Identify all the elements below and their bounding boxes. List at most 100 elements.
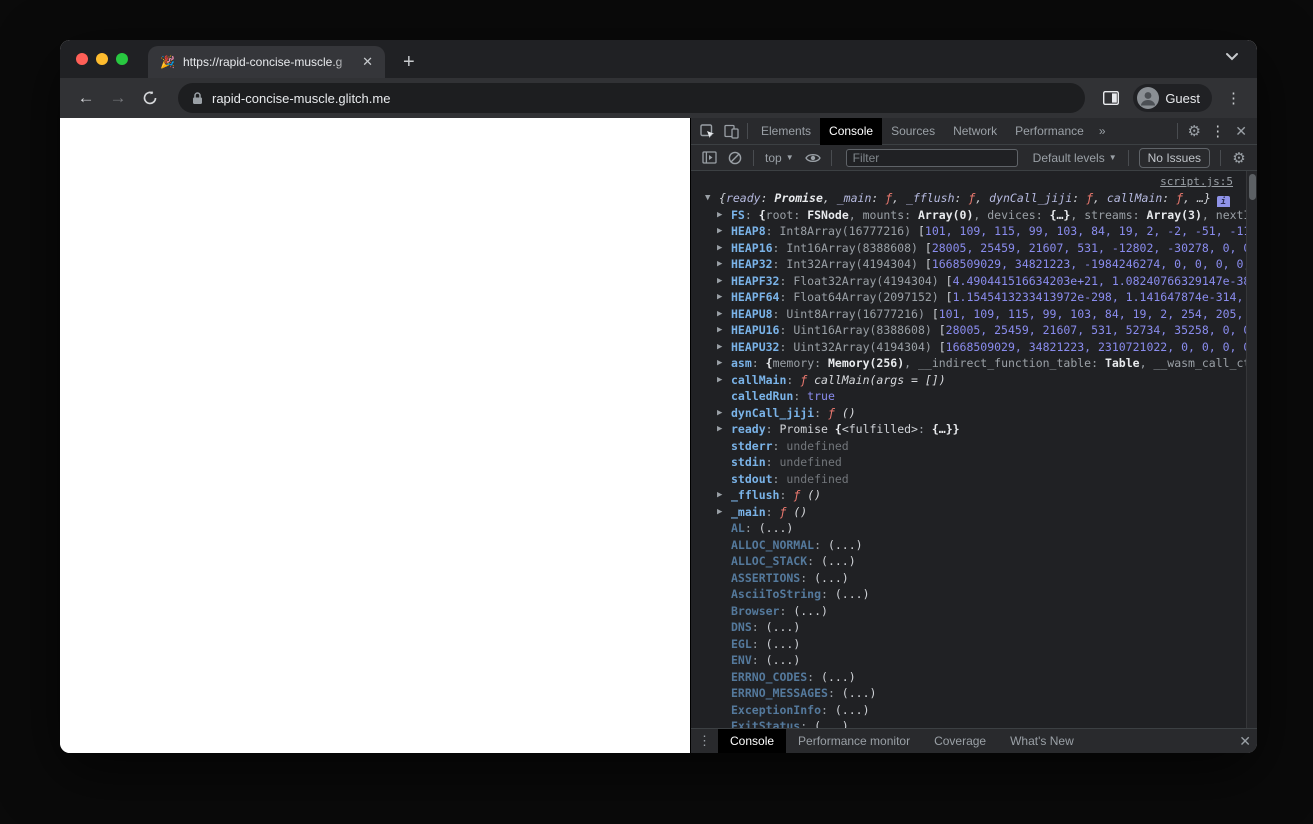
url-text: rapid-concise-muscle.glitch.me — [212, 90, 391, 106]
clear-console-icon[interactable] — [723, 148, 747, 168]
tab-search-chevron-icon[interactable] — [1225, 52, 1239, 62]
scrollbar-thumb[interactable] — [1249, 174, 1256, 200]
browser-tab[interactable]: 🎉 https://rapid-concise-muscle.g ✕ — [148, 46, 385, 78]
tab-performance[interactable]: Performance — [1006, 118, 1093, 145]
divider — [1127, 149, 1129, 166]
console-row[interactable]: ▶ HEAP16: Int16Array(8388608) [28005, 254… — [691, 240, 1257, 257]
expand-triangle-icon[interactable]: ▶ — [717, 289, 731, 305]
drawer-tab-coverage[interactable]: Coverage — [922, 729, 998, 754]
console-sidebar-icon[interactable] — [697, 148, 721, 168]
console-row: ALLOC_NORMAL: (...) — [731, 537, 863, 552]
console-row: ExitStatus: (...) — [731, 719, 849, 728]
expand-triangle-icon[interactable]: ▶ — [717, 355, 731, 371]
console-row: ERRNO_MESSAGES: (...) — [731, 686, 877, 700]
console-row[interactable]: ▶ _main: ƒ () — [691, 504, 1257, 521]
console-row[interactable]: ▶ HEAP32: Int32Array(4194304) [1668509029… — [691, 256, 1257, 273]
expand-triangle-icon[interactable]: ▶ — [717, 339, 731, 355]
lock-icon — [193, 91, 202, 104]
console-row: calledRun: true — [731, 389, 835, 403]
settings-gear-icon[interactable]: ⚙ — [1182, 121, 1206, 141]
console-row[interactable]: ▶ HEAPF64: Float64Array(2097152) [1.15454… — [691, 289, 1257, 306]
console-row: Browser: (...) — [731, 603, 828, 618]
evaluated-info-icon: i — [1216, 196, 1230, 207]
issues-counter[interactable]: No Issues — [1138, 147, 1210, 168]
console-output: script.js:5 ▼ {ready: Promise, _main: ƒ, … — [691, 171, 1257, 728]
expand-triangle-icon[interactable]: ▶ — [717, 207, 731, 223]
expand-triangle-icon[interactable]: ▶ — [717, 372, 731, 388]
expand-triangle-icon[interactable]: ▶ — [717, 223, 731, 239]
console-row[interactable]: ▶ FS: {root: FSNode, mounts: Array(0), de… — [691, 207, 1257, 224]
console-row[interactable]: ▶ HEAP8: Int8Array(16777216) [101, 109, 1… — [691, 223, 1257, 240]
divider — [1177, 123, 1179, 139]
console-row[interactable]: ▶ _fflush: ƒ () — [691, 487, 1257, 504]
drawer-menu-icon[interactable]: ⋮ — [691, 733, 718, 749]
expand-triangle-icon[interactable]: ▶ — [717, 240, 731, 256]
expand-triangle-icon[interactable]: ▶ — [717, 504, 731, 520]
console-row[interactable]: ▶ dynCall_jiji: ƒ () — [691, 405, 1257, 422]
device-toolbar-icon[interactable] — [719, 121, 743, 141]
expand-triangle-icon[interactable]: ▶ — [717, 306, 731, 322]
console-row[interactable]: ▼ {ready: Promise, _main: ƒ, _fflush: ƒ, … — [691, 190, 1257, 207]
source-link[interactable]: script.js:5 — [691, 175, 1257, 190]
tab-network[interactable]: Network — [944, 118, 1006, 145]
back-button[interactable]: ← — [72, 84, 100, 112]
new-tab-button[interactable]: + — [397, 52, 421, 72]
devtools-tabbar: Elements Console Sources Network Perform… — [691, 117, 1257, 145]
tab-elements[interactable]: Elements — [752, 118, 820, 145]
console-row: AL: (...) — [731, 521, 794, 535]
console-row: stdout: undefined — [731, 471, 849, 486]
drawer-close-icon[interactable]: ✕ — [1233, 733, 1257, 750]
forward-button[interactable]: → — [104, 84, 132, 112]
drawer-tab-console[interactable]: Console — [718, 728, 787, 753]
tab-sources[interactable]: Sources — [882, 118, 944, 145]
context-selector[interactable]: top ▼ — [760, 151, 799, 165]
favicon: 🎉 — [160, 55, 175, 69]
console-scrollbar[interactable] — [1246, 171, 1257, 728]
zoom-window-button[interactable] — [116, 53, 128, 65]
devtools-close-icon[interactable]: ✕ — [1229, 123, 1253, 140]
minimize-window-button[interactable] — [96, 53, 108, 65]
console-row[interactable]: ▶ callMain: ƒ callMain(args = []) — [691, 372, 1257, 389]
console-row[interactable]: ▶ HEAPF32: Float32Array(4194304) [4.49044… — [691, 273, 1257, 290]
live-expression-eye-icon[interactable] — [801, 148, 825, 168]
tab-close-icon[interactable]: ✕ — [358, 54, 377, 70]
side-panel-icon[interactable] — [1099, 88, 1123, 108]
devtools-panel: Elements Console Sources Network Perform… — [690, 117, 1257, 754]
console-row[interactable]: ▶ HEAPU8: Uint8Array(16777216) [101, 109,… — [691, 306, 1257, 323]
console-row[interactable]: ▶ HEAPU32: Uint32Array(4194304) [16685090… — [691, 339, 1257, 356]
collapse-triangle-icon[interactable]: ▼ — [705, 190, 719, 206]
console-row[interactable]: ▶ HEAPU16: Uint16Array(8388608) [28005, 2… — [691, 322, 1257, 339]
divider — [747, 123, 748, 139]
drawer-tab-performance-monitor[interactable]: Performance monitor — [786, 729, 922, 754]
more-tabs-icon[interactable]: » — [1093, 124, 1112, 138]
profile-button[interactable]: Guest — [1133, 84, 1212, 112]
browser-window: 🎉 https://rapid-concise-muscle.g ✕ + ← →… — [60, 40, 1257, 753]
expand-triangle-icon[interactable]: ▶ — [717, 487, 731, 503]
console-row: stderr: undefined — [731, 438, 849, 453]
divider — [1220, 149, 1221, 166]
console-row: ALLOC_STACK: (...) — [731, 554, 856, 568]
console-rows: ▼ {ready: Promise, _main: ƒ, _fflush: ƒ, … — [691, 190, 1257, 728]
console-row[interactable]: ▶ asm: {memory: Memory(256), __indirect_f… — [691, 355, 1257, 372]
devtools-menu-icon[interactable]: ⋮ — [1206, 122, 1229, 140]
close-window-button[interactable] — [76, 53, 88, 65]
address-bar[interactable]: rapid-concise-muscle.glitch.me — [178, 83, 1086, 113]
page-viewport — [60, 118, 690, 753]
expand-triangle-icon[interactable]: ▶ — [717, 322, 731, 338]
console-settings-gear-icon[interactable]: ⚙ — [1227, 148, 1251, 168]
expand-triangle-icon[interactable]: ▶ — [717, 421, 731, 437]
console-row[interactable]: ▶ ready: Promise {<fulfilled>: {…}} — [691, 421, 1257, 438]
drawer-tab-whats-new[interactable]: What's New — [998, 729, 1086, 754]
expand-triangle-icon[interactable]: ▶ — [717, 273, 731, 289]
log-levels-dropdown[interactable]: Default levels ▼ — [1028, 151, 1122, 165]
divider — [830, 149, 832, 166]
filter-input[interactable] — [845, 148, 1018, 167]
browser-menu-icon[interactable]: ⋮ — [1222, 89, 1245, 107]
tab-title: https://rapid-concise-muscle.g — [182, 55, 343, 69]
console-row: ExceptionInfo: (...) — [731, 702, 870, 717]
expand-triangle-icon[interactable]: ▶ — [717, 405, 731, 421]
reload-button[interactable] — [136, 84, 164, 112]
inspect-element-icon[interactable] — [695, 121, 719, 141]
expand-triangle-icon[interactable]: ▶ — [717, 256, 731, 272]
tab-console[interactable]: Console — [820, 117, 883, 145]
